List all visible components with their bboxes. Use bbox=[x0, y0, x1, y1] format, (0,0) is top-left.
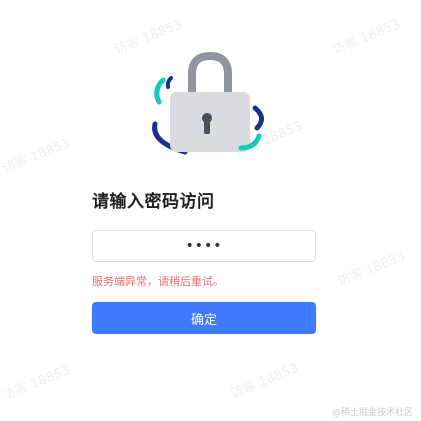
lock-shackle bbox=[188, 52, 232, 96]
watermark: 访客 18853 bbox=[0, 363, 73, 404]
accent-arc-navy-right bbox=[252, 105, 264, 131]
watermark: 访客 18853 bbox=[330, 17, 403, 58]
footer-credit: @稀土掘金技术社区 bbox=[331, 408, 413, 418]
watermark: 访客 18853 bbox=[228, 361, 301, 402]
accent-arc-teal-left bbox=[154, 77, 166, 105]
lock-icon bbox=[152, 52, 264, 155]
accent-arc-navy-left-small bbox=[165, 76, 173, 89]
watermark: 访客 18853 bbox=[335, 249, 408, 290]
watermark: 访客 18853 bbox=[0, 136, 73, 177]
confirm-button[interactable]: 确定 bbox=[92, 302, 316, 334]
keyhole-slot bbox=[204, 118, 210, 134]
password-gate-page: 访客 18853 访客 18853 访客 18853 访客 18853 访客 1… bbox=[0, 0, 421, 421]
page-title: 请输入密码访问 bbox=[92, 192, 215, 212]
password-input[interactable] bbox=[92, 230, 316, 262]
error-message: 服务端异常，请稍后重试。 bbox=[92, 275, 224, 288]
